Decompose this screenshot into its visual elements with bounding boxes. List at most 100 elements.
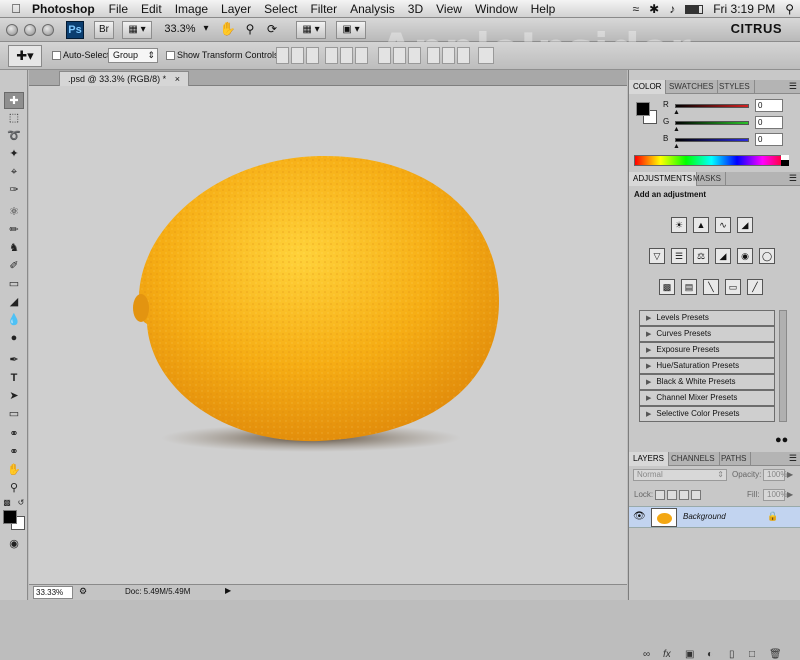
auto-select-dropdown[interactable]: Group ⇕ bbox=[108, 48, 158, 63]
channel-mixer-icon[interactable]: ◯ bbox=[759, 248, 775, 264]
layer-style-icon[interactable]: fx bbox=[663, 649, 671, 660]
spotlight-icon[interactable]: ⚲ bbox=[785, 2, 794, 16]
zoom-level-display[interactable]: 33.3% bbox=[160, 21, 200, 39]
auto-align-icon[interactable] bbox=[478, 47, 494, 64]
adjustments-menu-icon[interactable]: ☰ bbox=[789, 173, 797, 184]
distribute-left-icon[interactable] bbox=[427, 47, 440, 64]
layer-row-background[interactable]: 👁 Background 🔒 bbox=[629, 506, 800, 528]
hand-tool-icon[interactable]: ✋ bbox=[4, 462, 24, 479]
fill-arrow-icon[interactable]: ▶ bbox=[787, 490, 793, 499]
lasso-tool-icon[interactable]: ➰ bbox=[4, 128, 24, 145]
minimize-window-icon[interactable] bbox=[24, 24, 36, 36]
quick-mask-icon[interactable]: ◉ bbox=[4, 536, 24, 553]
bluetooth-icon[interactable]: ✱ bbox=[649, 2, 659, 16]
blue-slider[interactable]: B ▲ 0 bbox=[663, 133, 799, 150]
new-group-icon[interactable]: ▯ bbox=[729, 649, 735, 660]
history-brush-tool-icon[interactable]: ✐ bbox=[4, 258, 24, 275]
workspace-switcher[interactable]: CITRUS bbox=[731, 21, 782, 36]
tab-channels[interactable]: CHANNELS bbox=[667, 452, 720, 466]
menu-select[interactable]: Select bbox=[264, 2, 297, 16]
screen-mode-button[interactable]: ▣ ▾ bbox=[336, 21, 366, 39]
distribute-right-icon[interactable] bbox=[457, 47, 470, 64]
status-menu-arrow-icon[interactable]: ▶ bbox=[225, 586, 231, 595]
red-slider[interactable]: R ▲ 0 bbox=[663, 99, 799, 116]
zoom-window-icon[interactable] bbox=[42, 24, 54, 36]
lock-all-icon[interactable] bbox=[691, 490, 701, 500]
opacity-input[interactable]: 100% bbox=[763, 469, 787, 481]
vibrance-icon[interactable]: ▽ bbox=[649, 248, 665, 264]
quick-selection-tool-icon[interactable]: ✦ bbox=[4, 146, 24, 163]
close-window-icon[interactable] bbox=[6, 24, 18, 36]
green-slider[interactable]: G ▲ 0 bbox=[663, 116, 799, 133]
tab-paths[interactable]: PATHS bbox=[717, 452, 752, 466]
menu-image[interactable]: Image bbox=[175, 2, 208, 16]
arrange-documents-button[interactable]: ▦ ▾ bbox=[296, 21, 326, 39]
menu-view[interactable]: View bbox=[436, 2, 462, 16]
hand-tool-icon[interactable]: ✋ bbox=[218, 21, 238, 39]
app-menu[interactable]: Photoshop bbox=[32, 2, 95, 16]
brightness-contrast-icon[interactable]: ☀ bbox=[671, 217, 687, 233]
hue-saturation-icon[interactable]: ☰ bbox=[671, 248, 687, 264]
view-extras-button[interactable]: ▦ ▾ bbox=[122, 21, 152, 39]
distribute-bottom-icon[interactable] bbox=[408, 47, 421, 64]
blue-value-input[interactable]: 0 bbox=[755, 133, 783, 146]
document-canvas[interactable] bbox=[29, 86, 627, 584]
align-right-icon[interactable] bbox=[355, 47, 368, 64]
pen-tool-icon[interactable]: ✒ bbox=[4, 352, 24, 369]
clip-adjustment-icon[interactable]: ●● bbox=[775, 434, 788, 446]
lock-image-icon[interactable] bbox=[667, 490, 677, 500]
bridge-button[interactable]: Br bbox=[94, 21, 114, 39]
document-tab[interactable]: .psd @ 33.3% (RGB/8) * × bbox=[59, 71, 189, 86]
crop-tool-icon[interactable]: ⌖ bbox=[4, 164, 24, 181]
red-knob-icon[interactable]: ▲ bbox=[673, 109, 680, 116]
visibility-eye-icon[interactable]: 👁 bbox=[633, 511, 646, 522]
brush-tool-icon[interactable]: ✏ bbox=[4, 222, 24, 239]
3d-rotate-tool-icon[interactable]: ⚭ bbox=[4, 426, 24, 443]
new-layer-icon[interactable]: □ bbox=[749, 649, 755, 660]
apple-menu-icon[interactable]:  bbox=[0, 1, 32, 16]
menu-edit[interactable]: Edit bbox=[141, 2, 162, 16]
rotate-view-icon[interactable]: ⟳ bbox=[262, 21, 282, 39]
move-tool-icon[interactable]: ✚ bbox=[4, 92, 24, 109]
shape-tool-icon[interactable]: ▭ bbox=[4, 406, 24, 423]
menu-analysis[interactable]: Analysis bbox=[350, 2, 395, 16]
tool-preset-picker[interactable]: ✚▾ bbox=[8, 45, 42, 67]
align-bottom-icon[interactable] bbox=[306, 47, 319, 64]
auto-select-checkbox[interactable] bbox=[52, 51, 61, 60]
red-value-input[interactable]: 0 bbox=[755, 99, 783, 112]
align-top-icon[interactable] bbox=[276, 47, 289, 64]
preset-channel-mixer[interactable]: ▶ Channel Mixer Presets bbox=[639, 390, 775, 406]
layer-name[interactable]: Background bbox=[683, 512, 726, 521]
blend-mode-dropdown[interactable]: Normal ⇕ bbox=[633, 469, 727, 481]
dodge-tool-icon[interactable]: ● bbox=[4, 330, 24, 347]
selective-color-icon[interactable]: ╱ bbox=[747, 279, 763, 295]
posterize-icon[interactable]: ▤ bbox=[681, 279, 697, 295]
healing-brush-tool-icon[interactable]: ⚛ bbox=[4, 204, 24, 221]
opacity-arrow-icon[interactable]: ▶ bbox=[787, 470, 793, 479]
gradient-map-icon[interactable]: ▭ bbox=[725, 279, 741, 295]
wifi-icon[interactable]: ≈ bbox=[633, 2, 640, 16]
path-selection-tool-icon[interactable]: ➤ bbox=[4, 388, 24, 405]
status-options-icon[interactable]: ⚙ bbox=[79, 586, 87, 597]
menu-window[interactable]: Window bbox=[475, 2, 518, 16]
battery-icon[interactable] bbox=[685, 4, 704, 14]
tab-layers[interactable]: LAYERS bbox=[629, 452, 669, 466]
zoom-tool-icon[interactable]: ⚲ bbox=[240, 21, 260, 39]
delete-layer-icon[interactable]: 🗑 bbox=[769, 649, 782, 660]
link-layers-icon[interactable]: ∞ bbox=[643, 649, 650, 660]
clone-stamp-tool-icon[interactable]: ♞ bbox=[4, 240, 24, 257]
distribute-hcenter-icon[interactable] bbox=[442, 47, 455, 64]
marquee-tool-icon[interactable]: ⬚ bbox=[4, 110, 24, 127]
color-spectrum-ramp[interactable] bbox=[634, 155, 789, 166]
blur-tool-icon[interactable]: 💧 bbox=[4, 312, 24, 329]
distribute-vcenter-icon[interactable] bbox=[393, 47, 406, 64]
fill-input[interactable]: 100% bbox=[763, 489, 787, 501]
tab-styles[interactable]: STYLES bbox=[715, 80, 755, 94]
green-value-input[interactable]: 0 bbox=[755, 116, 783, 129]
green-track[interactable] bbox=[675, 121, 749, 125]
menu-help[interactable]: Help bbox=[531, 2, 556, 16]
color-fg-swatch[interactable] bbox=[636, 102, 650, 116]
eyedropper-tool-icon[interactable]: ✑ bbox=[4, 182, 24, 199]
layers-menu-icon[interactable]: ☰ bbox=[789, 453, 797, 464]
distribute-top-icon[interactable] bbox=[378, 47, 391, 64]
